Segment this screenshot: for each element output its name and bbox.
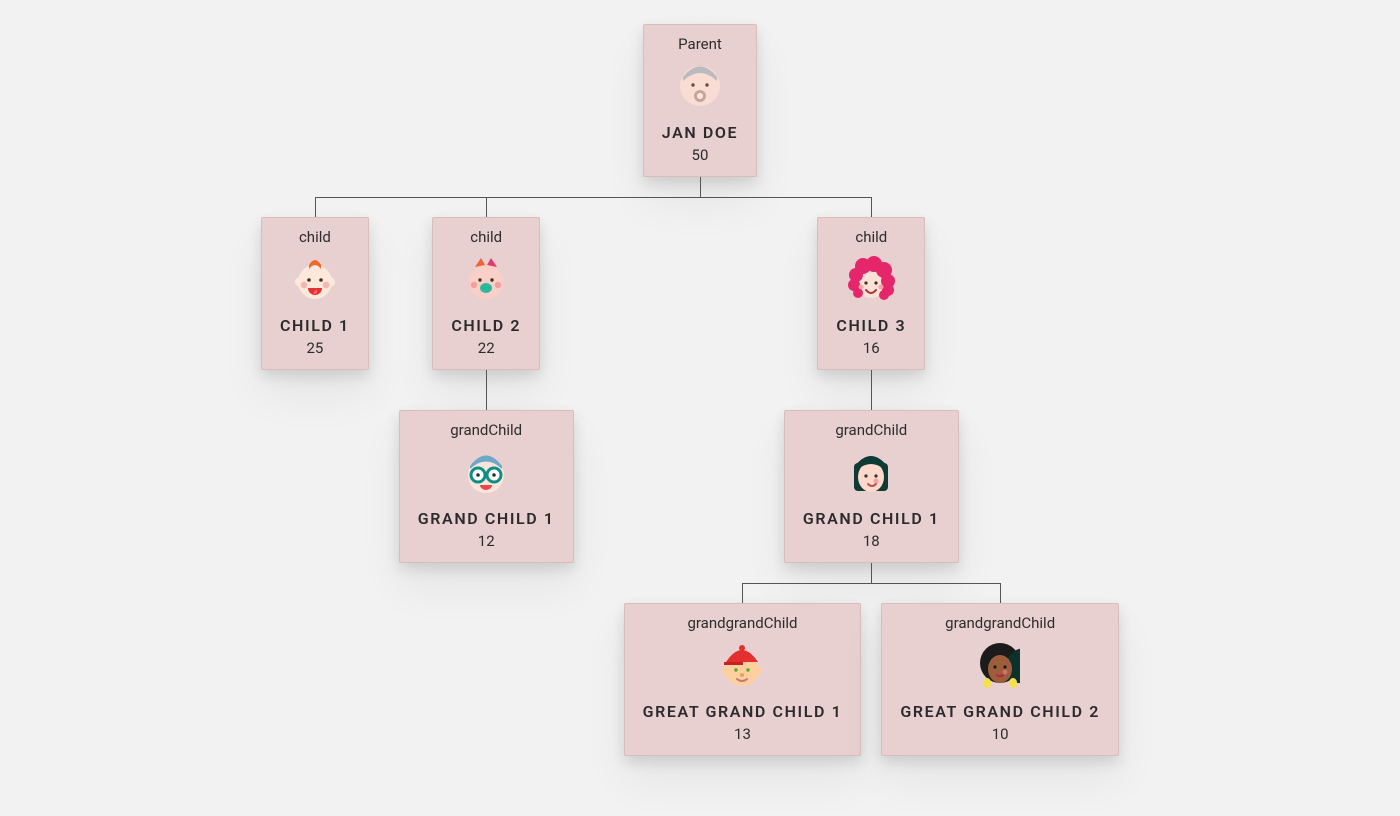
node-age: 25 bbox=[280, 339, 350, 357]
node-name: GREAT GRAND CHILD 2 bbox=[900, 702, 1100, 721]
afro-girl-avatar-icon bbox=[975, 638, 1025, 688]
tree-node-root: Parent JAN DOE 50 bbox=[643, 24, 757, 177]
node-age: 22 bbox=[451, 339, 521, 357]
tree-node: child CHILD 2 22 bbox=[432, 217, 540, 370]
tree-node: grandgrandChild GREAT GRAND CHILD 1 13 bbox=[624, 603, 862, 756]
family-tree: Parent JAN DOE 50 child CHILD 1 25 child bbox=[12, 24, 1388, 756]
node-name: CHILD 3 bbox=[836, 316, 906, 335]
node-role: grandgrandChild bbox=[643, 614, 843, 632]
tree-node: grandgrandChild GREAT GRAND CHILD 2 10 bbox=[881, 603, 1119, 756]
node-name: CHILD 1 bbox=[280, 316, 350, 335]
node-age: 16 bbox=[836, 339, 906, 357]
node-age: 50 bbox=[662, 146, 738, 164]
node-role: Parent bbox=[662, 35, 738, 53]
node-age: 13 bbox=[643, 725, 843, 743]
tree-node: grandChild GRAND CHILD 1 12 bbox=[399, 410, 574, 563]
cap-boy-avatar-icon bbox=[717, 638, 767, 688]
node-name: GRAND CHILD 1 bbox=[803, 509, 940, 528]
node-name: JAN DOE bbox=[662, 123, 738, 142]
toddler-avatar-icon bbox=[461, 252, 511, 302]
baby-avatar-icon bbox=[290, 252, 340, 302]
node-age: 18 bbox=[803, 532, 940, 550]
node-role: grandgrandChild bbox=[900, 614, 1100, 632]
green-hair-avatar-icon bbox=[846, 445, 896, 495]
tree-node: child CHILD 1 25 bbox=[261, 217, 369, 370]
node-role: grandChild bbox=[803, 421, 940, 439]
node-age: 12 bbox=[418, 532, 555, 550]
glasses-kid-avatar-icon bbox=[461, 445, 511, 495]
node-name: CHILD 2 bbox=[451, 316, 521, 335]
node-name: GREAT GRAND CHILD 1 bbox=[643, 702, 843, 721]
tree-node: child CHILD 3 16 bbox=[817, 217, 925, 370]
node-name: GRAND CHILD 1 bbox=[418, 509, 555, 528]
node-role: child bbox=[280, 228, 350, 246]
node-role: child bbox=[836, 228, 906, 246]
pink-hair-avatar-icon bbox=[846, 252, 896, 302]
node-role: grandChild bbox=[418, 421, 555, 439]
node-role: child bbox=[451, 228, 521, 246]
node-age: 10 bbox=[900, 725, 1100, 743]
tree-node: grandChild GRAND CHILD 1 18 bbox=[784, 410, 959, 563]
elder-avatar-icon bbox=[675, 59, 725, 109]
